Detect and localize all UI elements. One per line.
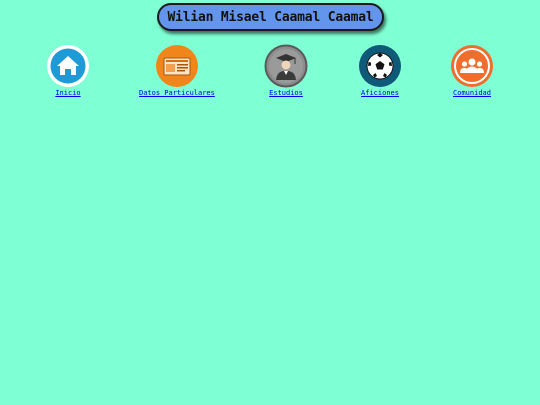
nav-item-inicio[interactable]: Inicio xyxy=(46,44,90,97)
page-title-banner: Wilian Misael Caamal Caamal xyxy=(157,3,384,31)
nav-item-aficiones[interactable]: Aficiones xyxy=(358,44,402,97)
nav-label-datos-particulares[interactable]: Datos Particulares xyxy=(139,89,215,97)
nav-item-estudios[interactable]: Estudios xyxy=(264,44,308,97)
soccer-ball-icon[interactable] xyxy=(358,44,402,88)
nav-label-aficiones[interactable]: Aficiones xyxy=(361,89,399,97)
nav-item-comunidad[interactable]: Comunidad xyxy=(450,44,494,97)
nav-label-comunidad[interactable]: Comunidad xyxy=(453,89,491,97)
id-card-icon[interactable] xyxy=(155,44,199,88)
nav-label-estudios[interactable]: Estudios xyxy=(269,89,303,97)
page: Wilian Misael Caamal Caamal Inicio Datos… xyxy=(0,0,540,405)
home-icon[interactable] xyxy=(46,44,90,88)
page-title: Wilian Misael Caamal Caamal xyxy=(167,9,374,25)
graduate-icon[interactable] xyxy=(264,44,308,88)
community-icon[interactable] xyxy=(450,44,494,88)
nav-item-datos-particulares[interactable]: Datos Particulares xyxy=(139,44,215,97)
nav-label-inicio[interactable]: Inicio xyxy=(55,89,80,97)
